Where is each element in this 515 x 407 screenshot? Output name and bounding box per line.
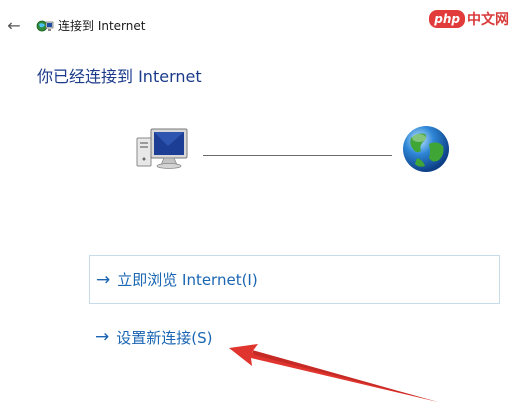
- watermark: php 中文网: [429, 8, 509, 30]
- arrow-right-icon: →: [95, 327, 110, 347]
- watermark-text: 中文网: [467, 12, 509, 28]
- browse-internet-link[interactable]: → 立即浏览 Internet(I): [89, 255, 500, 304]
- window-title: 连接到 Internet: [58, 19, 146, 33]
- title-bar: ← 连接到 Internet php 中文网: [0, 0, 515, 48]
- back-arrow-icon[interactable]: ←: [4, 16, 24, 36]
- network-wizard-icon: [36, 20, 54, 32]
- page-heading: 你已经连接到 Internet: [37, 67, 202, 86]
- computer-icon: [136, 128, 188, 169]
- connection-line: [203, 155, 392, 156]
- setup-new-connection-link[interactable]: → 设置新连接(S): [89, 322, 349, 352]
- internet-globe-icon: [403, 126, 449, 172]
- watermark-badge: php: [429, 10, 465, 28]
- arrow-right-icon: →: [96, 269, 111, 290]
- browse-internet-label: 立即浏览 Internet(I): [117, 271, 258, 289]
- setup-new-connection-label: 设置新连接(S): [116, 328, 213, 347]
- connect-to-internet-window: ← 连接到 Internet php 中文网 你已经连接到 Internet →…: [0, 0, 515, 407]
